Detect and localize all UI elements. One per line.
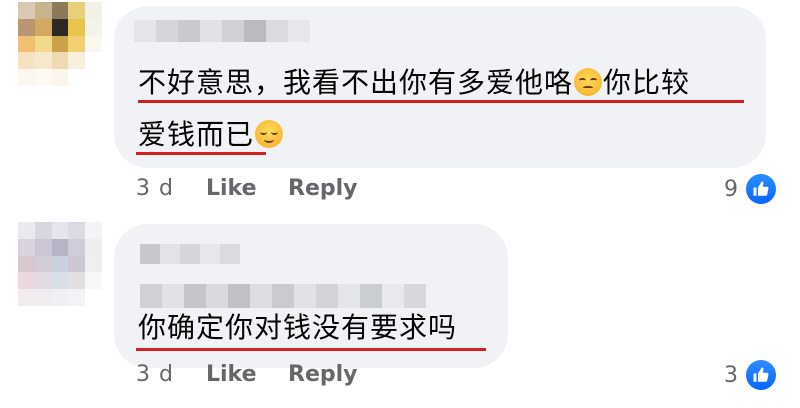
relieved-face-icon (255, 120, 284, 148)
red-underline (136, 348, 486, 351)
avatar[interactable] (18, 222, 102, 306)
timestamp[interactable]: 3 d (136, 176, 206, 201)
reaction-count: 9 (724, 176, 738, 202)
comment-actions: 3 d Like Reply (136, 176, 358, 201)
author-name-blurred[interactable] (134, 20, 310, 42)
unamused-face-icon (574, 68, 603, 96)
comment-bubble: 你确定你对钱没有要求吗 (114, 224, 508, 368)
red-underline (136, 152, 266, 155)
comment-text-line: 你确定你对钱没有要求吗 (138, 314, 457, 342)
reaction-count: 3 (724, 362, 738, 388)
comment-text: 爱钱而已 (138, 118, 255, 151)
comment-text-line: 爱钱而已 (138, 120, 284, 149)
author-name-blurred[interactable] (140, 244, 240, 264)
thumbs-up-icon (746, 174, 776, 204)
comment-text: 你确定你对钱没有要求吗 (138, 311, 458, 344)
timestamp[interactable]: 3 d (136, 362, 206, 387)
comment-bubble: 不好意思，我看不出你有多爱他咯 你比较 爱钱而已 (114, 6, 766, 168)
reply-button[interactable]: Reply (288, 362, 358, 387)
like-button[interactable]: Like (206, 176, 288, 201)
reaction-summary[interactable]: 9 (724, 174, 776, 204)
comment-text-line: 不好意思，我看不出你有多爱他咯 你比较 (138, 68, 690, 97)
thumbs-up-icon (746, 360, 776, 390)
reaction-summary[interactable]: 3 (724, 360, 776, 390)
avatar[interactable] (18, 2, 102, 86)
quoted-text-blurred (140, 284, 426, 308)
comment-item: 不好意思，我看不出你有多爱他咯 你比较 爱钱而已 3 d Like Reply 9 (0, 0, 800, 210)
reply-button[interactable]: Reply (288, 176, 358, 201)
comment-text: 你比较 (603, 66, 691, 99)
red-underline (138, 100, 744, 103)
like-button[interactable]: Like (206, 362, 288, 387)
comment-text: 不好意思，我看不出你有多爱他咯 (138, 66, 574, 99)
comment-item: 你确定你对钱没有要求吗 3 d Like Reply 3 (0, 210, 800, 408)
comment-actions: 3 d Like Reply (136, 362, 358, 387)
